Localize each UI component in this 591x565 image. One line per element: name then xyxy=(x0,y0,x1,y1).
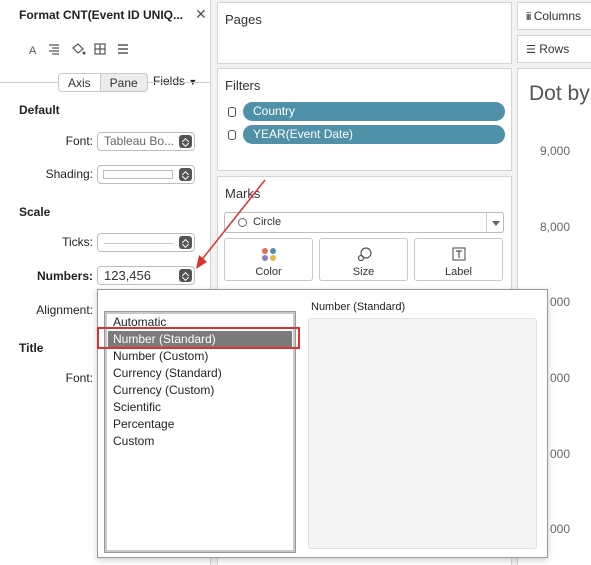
numbers-select[interactable]: 123,456 xyxy=(97,266,195,285)
tab-axis[interactable]: Axis xyxy=(59,74,101,91)
option-custom[interactable]: Custom xyxy=(105,433,295,450)
svg-text:A: A xyxy=(29,45,37,56)
shading-swatch xyxy=(103,170,173,179)
stepper-icon xyxy=(179,236,192,249)
filter-pill-year[interactable]: YEAR(Event Date) xyxy=(243,125,505,144)
fields-dropdown[interactable]: Fields ▼ xyxy=(153,74,197,88)
ticks-select[interactable] xyxy=(97,233,195,252)
font-icon[interactable]: A xyxy=(26,42,40,57)
stepper-icon xyxy=(179,135,192,148)
y-tick-label: 9,000 xyxy=(539,144,570,158)
database-icon xyxy=(228,130,236,140)
mark-type-select[interactable]: Circle xyxy=(224,212,504,233)
font-select[interactable]: Tableau Bo... xyxy=(97,132,195,151)
label-icon xyxy=(452,247,466,261)
marks-title: Marks xyxy=(225,186,261,201)
format-panel-title: Format CNT(Event ID UNIQ... xyxy=(19,8,184,22)
rows-label: Rows xyxy=(539,42,570,56)
shading-icon[interactable] xyxy=(70,42,86,56)
columns-shelf[interactable]: iii Columns xyxy=(517,2,591,30)
shading-label: Shading: xyxy=(45,167,93,181)
section-title: Title xyxy=(19,341,44,355)
label-label: Label xyxy=(445,266,472,278)
rows-icon: ☰ xyxy=(526,44,536,56)
filter-pill-country[interactable]: Country xyxy=(243,102,505,121)
circle-icon xyxy=(238,218,247,227)
color-icon xyxy=(262,248,276,261)
section-default: Default xyxy=(19,103,60,117)
size-button[interactable]: Size xyxy=(319,238,408,281)
ticks-preview xyxy=(104,243,174,244)
font-value: Tableau Bo... xyxy=(104,134,175,148)
size-label: Size xyxy=(352,266,375,278)
preview-title: Number (Standard) xyxy=(311,301,406,313)
axis-pane-toggle: Axis Pane xyxy=(58,73,148,92)
stepper-icon xyxy=(179,269,192,282)
borders-icon[interactable] xyxy=(93,42,107,56)
close-icon[interactable]: ✕ xyxy=(195,6,207,23)
mark-type-value: Circle xyxy=(253,216,282,228)
view-title: Dot by xyxy=(529,82,590,105)
shading-select[interactable] xyxy=(97,165,195,184)
fields-label: Fields xyxy=(153,74,186,88)
selection-highlight-box xyxy=(97,327,300,349)
pages-title: Pages xyxy=(225,12,262,27)
size-icon xyxy=(357,247,372,261)
columns-icon: iii xyxy=(526,11,531,23)
numbers-value: 123,456 xyxy=(104,268,151,283)
chevron-down-icon xyxy=(486,213,503,232)
preview-panel xyxy=(308,318,537,549)
label-button[interactable]: Label xyxy=(414,238,503,281)
option-currency-custom[interactable]: Currency (Custom) xyxy=(105,382,295,399)
font-label: Font: xyxy=(65,134,93,148)
y-tick-label: 8,000 xyxy=(539,220,570,234)
option-scientific[interactable]: Scientific xyxy=(105,399,295,416)
section-scale: Scale xyxy=(19,205,51,219)
option-number-custom[interactable]: Number (Custom) xyxy=(105,348,295,365)
color-button[interactable]: Color xyxy=(224,238,313,281)
tab-pane[interactable]: Pane xyxy=(101,74,147,91)
lines-icon[interactable] xyxy=(116,42,130,56)
title-font-label: Font: xyxy=(65,371,93,385)
align-icon[interactable] xyxy=(47,42,61,56)
pages-shelf[interactable]: Pages xyxy=(217,2,512,64)
alignment-label: Alignment: xyxy=(36,303,93,317)
filters-title: Filters xyxy=(225,78,261,93)
database-icon xyxy=(228,107,236,117)
stepper-icon xyxy=(179,168,192,181)
columns-label: Columns xyxy=(533,9,582,23)
option-percentage[interactable]: Percentage xyxy=(105,416,295,433)
format-toolbar: A Fields ▼ xyxy=(0,33,211,88)
option-currency-standard[interactable]: Currency (Standard) xyxy=(105,365,295,382)
rows-shelf[interactable]: ☰ Rows xyxy=(517,35,591,63)
ticks-label: Ticks: xyxy=(62,235,93,249)
color-label: Color xyxy=(255,266,282,278)
numbers-label: Numbers: xyxy=(36,269,93,283)
